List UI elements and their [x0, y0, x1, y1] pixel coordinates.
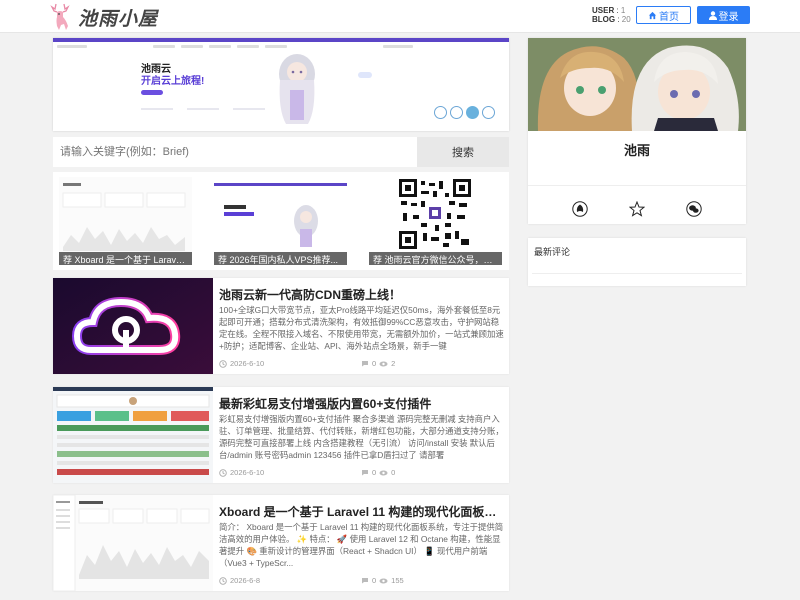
post-date-text: 2026-6-8: [230, 576, 261, 585]
post-date-text: 2026-6-10: [230, 359, 265, 368]
slider-dot[interactable]: [434, 106, 447, 119]
clock-icon: [219, 468, 227, 477]
post-excerpt: 简介： Xboard 是一个基于 Laravel 11 构建的现代化面板系统，专…: [219, 522, 504, 568]
post-date: 2026-6-10: [219, 468, 264, 477]
post-meta: 0 155: [361, 576, 404, 585]
eye-icon: [379, 470, 388, 475]
site-header: 池雨小屋 USER : 1 BLOG : 20 首页 登录: [0, 0, 800, 33]
user-stat-label: USER: [592, 6, 615, 15]
site-stats: USER : 1 BLOG : 20: [592, 6, 631, 24]
banner-topbar: [53, 38, 509, 42]
view-count: 0: [391, 468, 396, 477]
recommended-caption: 荐 2026年国内私人VPS推荐...: [214, 252, 347, 265]
post-meta: 0 2: [361, 359, 395, 368]
comments-divider: [532, 273, 742, 274]
banner-character-illustration: [279, 54, 315, 124]
search-input[interactable]: [53, 137, 417, 167]
recommended-card[interactable]: 荐 2026年国内私人VPS推荐...: [214, 177, 347, 265]
post-title[interactable]: Xboard 是一个基于 Laravel 11 构建的现代化面板系统: [219, 503, 505, 520]
banner-feature-row: [141, 108, 265, 120]
comment-icon: [362, 361, 368, 367]
post-card[interactable]: 最新彩虹易支付增强版内置60+支付插件 彩虹易支付增强版内置60+支付插件 聚合…: [53, 387, 509, 483]
profile-cover-illustration: [528, 38, 746, 131]
clock-icon: [219, 576, 227, 585]
eye-icon: [379, 578, 388, 583]
post-excerpt: 彩虹易支付增强版内置60+支付插件 聚合多渠道 源码完整无删减 支持商户入驻、订…: [219, 414, 504, 460]
login-button-label: 登录: [718, 11, 739, 23]
wechat-icon[interactable]: [685, 201, 702, 217]
social-links: [528, 201, 746, 217]
blog-stat: BLOG : 20: [592, 15, 631, 24]
site-logo[interactable]: 池雨小屋: [48, 2, 158, 32]
qq-icon[interactable]: [572, 201, 589, 217]
home-button-label: 首页: [659, 11, 679, 23]
post-thumbnail: [53, 278, 213, 374]
site-title: 池雨小屋: [78, 7, 159, 30]
post-thumbnail: [53, 387, 213, 483]
slider-dot[interactable]: [482, 106, 495, 119]
clock-icon: [219, 359, 227, 368]
comment-count: 0: [372, 359, 377, 368]
blog-stat-label: BLOG: [592, 15, 616, 24]
star-icon[interactable]: [628, 201, 645, 217]
author-name: 池雨: [623, 143, 650, 158]
blog-count: 20: [621, 15, 631, 24]
comment-icon: [362, 578, 368, 584]
user-count: 1: [620, 6, 626, 15]
slider-dot-active[interactable]: [466, 106, 479, 119]
post-date: 2026-6-8: [219, 576, 260, 585]
latest-comments-title: 最新评论: [534, 247, 571, 257]
home-icon: [648, 11, 657, 19]
view-count: 2: [391, 359, 396, 368]
profile-divider: [528, 185, 746, 186]
login-button[interactable]: 登录: [697, 6, 750, 24]
comment-count: 0: [372, 576, 377, 585]
banner-cta: [141, 90, 163, 95]
post-card[interactable]: 池雨云新一代高防CDN重磅上线！ 100+全球G口大带宽节点，亚太Pro线路平均…: [53, 278, 509, 374]
recommended-caption: 荐 池雨云官方微信公众号，全...: [369, 252, 502, 265]
slider-dot[interactable]: [450, 106, 463, 119]
recommended-card[interactable]: 荐 池雨云官方微信公众号，全...: [369, 177, 502, 265]
user-icon: [708, 10, 717, 20]
search-bar: 搜索: [53, 137, 509, 167]
view-count: 155: [391, 576, 404, 585]
comment-count: 0: [372, 468, 377, 477]
banner-fake-nav: [57, 43, 505, 50]
eye-icon: [379, 361, 388, 366]
home-button[interactable]: 首页: [636, 6, 691, 24]
post-excerpt: 100+全球G口大带宽节点，亚太Pro线路平均延迟仅50ms，海外套餐低至8元起…: [219, 305, 504, 351]
post-card[interactable]: Xboard 是一个基于 Laravel 11 构建的现代化面板系统 简介： X…: [53, 495, 509, 591]
post-title[interactable]: 最新彩虹易支付增强版内置60+支付插件: [219, 395, 505, 412]
recommended-caption: 荐 Xboard 是一个基于 Laravel...: [59, 252, 192, 265]
recommended-card[interactable]: 荐 Xboard 是一个基于 Laravel...: [59, 177, 192, 265]
comment-icon: [362, 470, 368, 476]
slider-dots: [434, 106, 495, 119]
post-date-text: 2026-6-10: [230, 468, 265, 477]
post-date: 2026-6-10: [219, 359, 264, 368]
deer-logo-icon: [50, 3, 70, 30]
user-stat: USER : 1: [592, 6, 626, 15]
banner-subheading: 开启云上旅程!: [141, 76, 205, 87]
author-profile-card: 池雨: [528, 38, 746, 224]
post-title[interactable]: 池雨云新一代高防CDN重磅上线！: [219, 286, 505, 303]
post-thumbnail: [53, 495, 213, 591]
post-meta: 0 0: [361, 468, 395, 477]
latest-comments-panel: 最新评论: [528, 238, 746, 286]
search-button[interactable]: 搜索: [417, 137, 509, 167]
